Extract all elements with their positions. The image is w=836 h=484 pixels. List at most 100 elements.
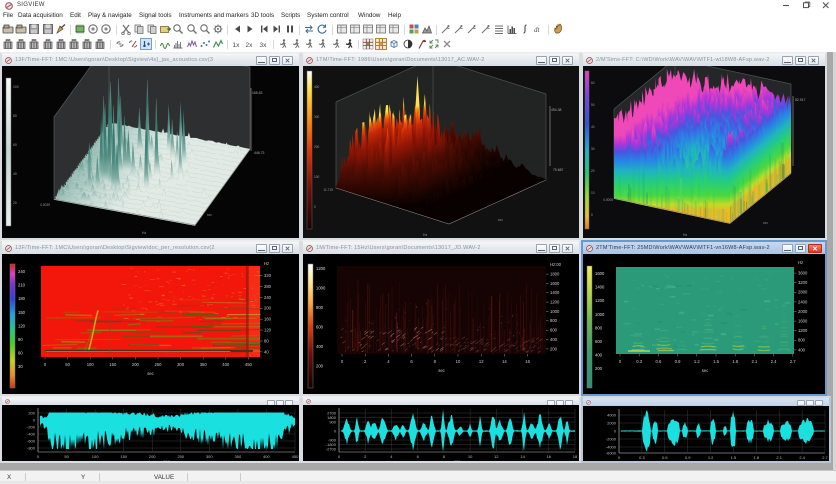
svg-text:150: 150 <box>120 454 127 459</box>
svg-text:250: 250 <box>155 362 163 367</box>
svg-text:2.7: 2.7 <box>790 359 796 364</box>
svg-text:30: 30 <box>591 147 595 151</box>
svg-text:100: 100 <box>92 454 99 459</box>
svg-text:100: 100 <box>314 175 320 179</box>
svg-text:2x: 2x <box>246 42 254 49</box>
svg-text:sec: sec <box>763 221 768 225</box>
svg-text:600: 600 <box>550 328 558 333</box>
svg-text:300: 300 <box>206 454 213 459</box>
svg-text:50: 50 <box>591 103 595 107</box>
svg-text:1.8: 1.8 <box>754 455 760 460</box>
svg-text:494.38: 494.38 <box>551 108 561 112</box>
svg-text:80: 80 <box>13 114 17 118</box>
svg-text:200: 200 <box>264 306 272 311</box>
svg-text:dt: dt <box>534 26 541 34</box>
svg-text:1200: 1200 <box>550 300 560 305</box>
svg-text:0.0039: 0.0039 <box>40 203 50 207</box>
svg-text:20: 20 <box>13 201 17 205</box>
svg-text:1000: 1000 <box>595 312 605 317</box>
svg-text:2.1: 2.1 <box>776 455 782 460</box>
svg-text:0: 0 <box>591 213 593 217</box>
svg-text:60: 60 <box>13 143 17 147</box>
svg-text:Hz:00: Hz:00 <box>550 262 562 267</box>
svg-text:-6000: -6000 <box>606 451 617 456</box>
svg-text:-200: -200 <box>27 425 36 430</box>
svg-text:90: 90 <box>18 337 23 342</box>
svg-text:800: 800 <box>316 305 324 310</box>
svg-text:60: 60 <box>18 351 23 356</box>
svg-text:300: 300 <box>314 115 320 119</box>
svg-text:200: 200 <box>595 366 603 371</box>
svg-text:30: 30 <box>18 364 23 369</box>
svg-text:sec: sec <box>438 368 445 373</box>
svg-text:150: 150 <box>18 310 26 315</box>
svg-text:300: 300 <box>177 362 185 367</box>
svg-text:400: 400 <box>550 337 558 342</box>
svg-text:1x: 1x <box>233 42 241 49</box>
svg-text:1200: 1200 <box>798 328 808 333</box>
svg-text:79.687: 79.687 <box>553 168 563 172</box>
svg-text:1.2: 1.2 <box>694 359 700 364</box>
svg-text:600: 600 <box>316 325 324 330</box>
svg-text:Hz: Hz <box>264 261 269 266</box>
svg-text:2.4: 2.4 <box>799 455 805 460</box>
svg-text:2000: 2000 <box>607 421 617 426</box>
svg-text:1000: 1000 <box>550 309 560 314</box>
svg-text:400: 400 <box>314 85 320 89</box>
svg-text:3x: 3x <box>259 42 267 49</box>
svg-text:350: 350 <box>200 362 208 367</box>
svg-text:1800: 1800 <box>550 272 560 277</box>
svg-text:1600: 1600 <box>595 271 605 276</box>
svg-text:0.6: 0.6 <box>655 359 661 364</box>
svg-text:sec: sec <box>702 368 709 373</box>
svg-text:52.917: 52.917 <box>795 98 805 102</box>
svg-text:450: 450 <box>292 454 299 459</box>
svg-text:10: 10 <box>468 454 473 459</box>
svg-text:10: 10 <box>591 191 595 195</box>
svg-text:450: 450 <box>245 362 253 367</box>
svg-text:0.9: 0.9 <box>685 455 691 460</box>
svg-text:16: 16 <box>525 359 530 364</box>
svg-text:165.63: 165.63 <box>252 91 262 95</box>
svg-text:0.9: 0.9 <box>675 359 681 364</box>
svg-text:150: 150 <box>109 362 117 367</box>
svg-text:2000: 2000 <box>798 309 808 314</box>
svg-text:400: 400 <box>316 344 324 349</box>
svg-text:180: 180 <box>18 296 26 301</box>
svg-text:240: 240 <box>264 295 272 300</box>
svg-text:14: 14 <box>502 359 507 364</box>
svg-text:50: 50 <box>65 362 70 367</box>
svg-text:sec: sec <box>719 460 725 462</box>
svg-text:20: 20 <box>591 169 595 173</box>
svg-text:1400: 1400 <box>595 285 605 290</box>
svg-text:1.5: 1.5 <box>731 455 737 460</box>
svg-text:sec: sec <box>163 459 169 462</box>
svg-text:10: 10 <box>456 359 461 364</box>
svg-text:60: 60 <box>591 81 595 85</box>
svg-text:400: 400 <box>595 353 603 358</box>
svg-text:160: 160 <box>264 317 272 322</box>
svg-text:400: 400 <box>798 347 806 352</box>
svg-text:400: 400 <box>263 454 270 459</box>
svg-text:Hz: Hz <box>798 260 803 265</box>
svg-text:16: 16 <box>547 454 552 459</box>
svg-text:200: 200 <box>132 362 140 367</box>
svg-text:350: 350 <box>235 454 242 459</box>
svg-text:210: 210 <box>18 283 26 288</box>
svg-text:sec: sec <box>454 459 460 462</box>
svg-text:446.73: 446.73 <box>254 151 264 155</box>
svg-text:0.6: 0.6 <box>662 455 668 460</box>
svg-text:2.1: 2.1 <box>751 359 757 364</box>
svg-text:-600: -600 <box>27 439 36 444</box>
svg-text:800: 800 <box>550 318 558 323</box>
svg-text:14: 14 <box>520 454 525 459</box>
svg-text:2.4: 2.4 <box>771 359 777 364</box>
svg-text:800: 800 <box>798 338 806 343</box>
svg-text:40: 40 <box>13 172 17 176</box>
svg-text:1.2: 1.2 <box>708 455 714 460</box>
svg-text:sec: sec <box>147 371 154 376</box>
svg-text:1200: 1200 <box>316 266 326 271</box>
svg-text:0.3: 0.3 <box>636 359 642 364</box>
svg-text:Hz: Hz <box>683 233 687 237</box>
svg-text:400: 400 <box>222 362 230 367</box>
